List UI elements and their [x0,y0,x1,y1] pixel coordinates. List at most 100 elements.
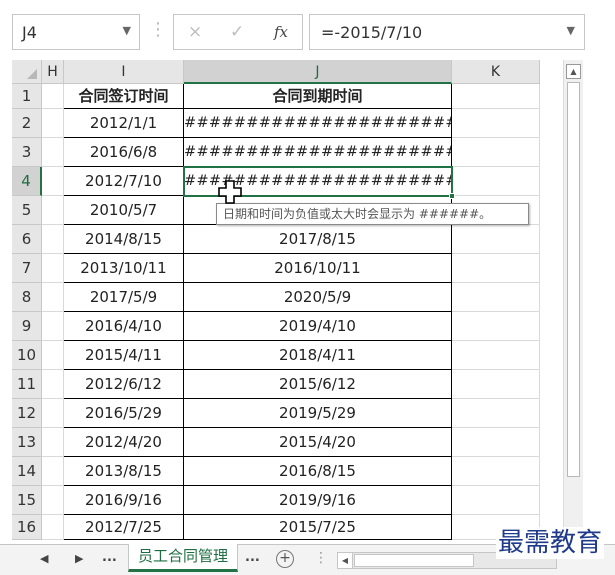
row-header-9[interactable]: 9 [12,312,42,341]
row-header-16[interactable]: 16 [12,515,42,540]
cell-i15[interactable]: 2016/9/16 [64,486,184,515]
formula-input[interactable]: =-2015/7/10 ▼ [309,14,585,50]
cell-h12[interactable] [42,399,64,428]
cell-i11[interactable]: 2012/6/12 [64,370,184,399]
cell-k10[interactable] [452,341,540,370]
cell-i7[interactable]: 2013/10/11 [64,254,184,283]
row-header-11[interactable]: 11 [12,370,42,399]
cancel-icon[interactable]: × [188,22,202,42]
cell-k6[interactable] [452,225,540,254]
cell-i6[interactable]: 2014/8/15 [64,225,184,254]
cell-h14[interactable] [42,457,64,486]
cell-h3[interactable] [42,138,64,167]
cell-j15[interactable]: 2019/9/16 [184,486,452,515]
cell-i5[interactable]: 2010/5/7 [64,196,184,225]
cell-h11[interactable] [42,370,64,399]
cell-k2[interactable] [452,109,540,138]
cell-j12[interactable]: 2019/5/29 [184,399,452,428]
row-header-14[interactable]: 14 [12,457,42,486]
row-header-12[interactable]: 12 [12,399,42,428]
row-header-3[interactable]: 3 [12,138,42,167]
cell-i8[interactable]: 2017/5/9 [64,283,184,312]
cell-j1[interactable]: 合同到期时间 [184,84,452,109]
cell-h1[interactable] [42,84,64,109]
cell-i2[interactable]: 2012/1/1 [64,109,184,138]
cell-h4[interactable] [42,167,64,196]
cell-h2[interactable] [42,109,64,138]
insert-function-icon[interactable]: fx [274,23,288,41]
sheet-tab-employee-contracts[interactable]: 员工合同管理 [128,544,238,572]
cell-k8[interactable] [452,283,540,312]
cell-h13[interactable] [42,428,64,457]
row-header-2[interactable]: 2 [12,109,42,138]
column-header-i[interactable]: I [64,60,184,84]
cell-j16[interactable]: 2015/7/25 [184,515,452,540]
cell-j14[interactable]: 2016/8/15 [184,457,452,486]
row-header-7[interactable]: 7 [12,254,42,283]
cell-i3[interactable]: 2016/6/8 [64,138,184,167]
cell-j2[interactable]: ####################### [184,109,452,138]
horizontal-scroll-thumb[interactable] [354,554,474,567]
cell-k1[interactable] [452,84,540,109]
cell-i10[interactable]: 2015/4/11 [64,341,184,370]
cell-i4[interactable]: 2012/7/10 [64,167,184,196]
cell-j10[interactable]: 2018/4/11 [184,341,452,370]
column-header-h[interactable]: H [42,60,64,84]
cell-h9[interactable] [42,312,64,341]
cell-h8[interactable] [42,283,64,312]
row-header-5[interactable]: 5 [12,196,42,225]
cell-i14[interactable]: 2013/8/15 [64,457,184,486]
row-header-15[interactable]: 15 [12,486,42,515]
cell-h15[interactable] [42,486,64,515]
cell-k11[interactable] [452,370,540,399]
scroll-up-icon[interactable]: ▲ [566,64,581,79]
enter-icon[interactable]: ✓ [230,22,244,42]
cell-k4[interactable] [452,167,540,196]
prev-sheet-icon[interactable]: ◀ [40,552,48,565]
cell-k13[interactable] [452,428,540,457]
scroll-left-icon[interactable]: ◀ [338,553,353,568]
more-sheets-left[interactable]: ... [102,550,117,565]
cell-i12[interactable]: 2016/5/29 [64,399,184,428]
cell-k3[interactable] [452,138,540,167]
cell-j6[interactable]: 2017/8/15 [184,225,452,254]
drag-handle-icon[interactable]: ⋮ [149,16,167,44]
cell-i13[interactable]: 2012/4/20 [64,428,184,457]
cell-h6[interactable] [42,225,64,254]
column-header-k[interactable]: K [452,60,540,84]
cell-i9[interactable]: 2016/4/10 [64,312,184,341]
row-header-4[interactable]: 4 [12,167,42,196]
cell-j7[interactable]: 2016/10/11 [184,254,452,283]
vertical-scrollbar[interactable]: ▲ [563,60,583,544]
cell-j11[interactable]: 2015/6/12 [184,370,452,399]
cell-i16[interactable]: 2012/7/25 [64,515,184,540]
cell-h10[interactable] [42,341,64,370]
cell-j8[interactable]: 2020/5/9 [184,283,452,312]
cell-h5[interactable] [42,196,64,225]
column-header-j[interactable]: J [184,60,452,84]
expand-formula-icon[interactable]: ▼ [567,24,575,37]
row-header-6[interactable]: 6 [12,225,42,254]
cell-j3[interactable]: ####################### [184,138,452,167]
cell-k14[interactable] [452,457,540,486]
next-sheet-icon[interactable]: ▶ [75,552,83,565]
fill-handle[interactable] [449,193,455,199]
cell-k7[interactable] [452,254,540,283]
select-all-corner[interactable] [12,60,42,84]
cell-k9[interactable] [452,312,540,341]
vertical-scroll-thumb[interactable] [567,82,580,477]
name-box[interactable]: J4 ▼ [12,14,140,50]
cell-j9[interactable]: 2019/4/10 [184,312,452,341]
chevron-down-icon[interactable]: ▼ [123,24,131,37]
cell-h16[interactable] [42,515,64,540]
row-header-13[interactable]: 13 [12,428,42,457]
cell-k12[interactable] [452,399,540,428]
row-header-1[interactable]: 1 [12,84,42,109]
cell-j13[interactable]: 2015/4/20 [184,428,452,457]
cell-i1[interactable]: 合同签订时间 [64,84,184,109]
add-sheet-icon[interactable]: + [276,550,294,568]
more-sheets-right[interactable]: ... [245,550,260,565]
row-header-10[interactable]: 10 [12,341,42,370]
cell-h7[interactable] [42,254,64,283]
tab-splitter-icon[interactable]: ⋮ [314,550,328,566]
